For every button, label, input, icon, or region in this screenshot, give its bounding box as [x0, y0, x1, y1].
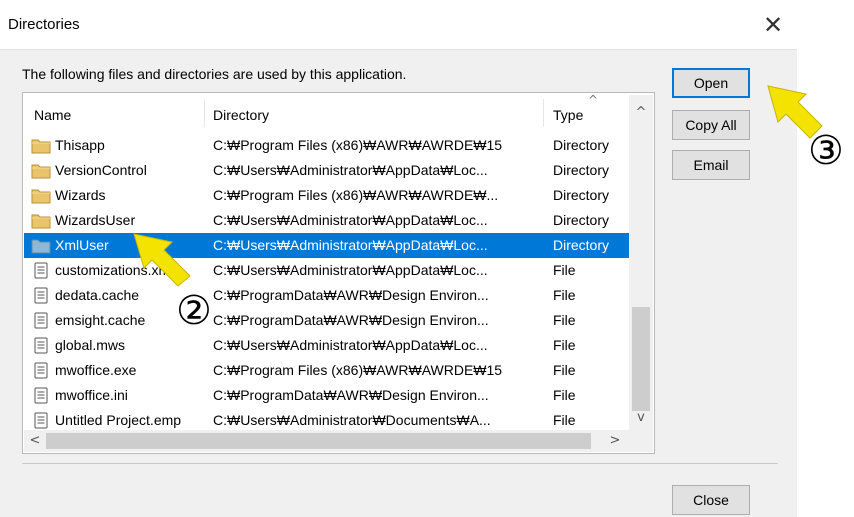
item-name: Untitled Project.emp [55, 412, 182, 428]
item-type: File [553, 387, 576, 403]
step-2-marker: ② [176, 288, 212, 334]
item-type: Directory [553, 137, 610, 153]
scrollbar-corner [629, 430, 653, 452]
email-button[interactable]: Email [672, 150, 750, 180]
item-name: mwoffice.exe [55, 362, 137, 378]
item-type: File [553, 337, 576, 353]
vertical-scroll-thumb[interactable] [632, 307, 650, 411]
list-item[interactable]: Wizards C:₩Program Files (x86)₩AWR₩AWRDE₩… [24, 183, 629, 208]
item-type: Directory [553, 162, 610, 178]
column-header-directory[interactable]: Directory [203, 95, 543, 131]
list-item[interactable]: dedata.cache C:₩ProgramData₩AWR₩Design En… [24, 283, 629, 308]
item-type: File [553, 412, 576, 428]
description-text: The following files and directories are … [22, 66, 407, 82]
list-item[interactable]: mwoffice.ini C:₩ProgramData₩AWR₩Design En… [24, 383, 629, 408]
list-header: Name Directory Type ^ [24, 95, 629, 131]
item-name: global.mws [55, 337, 126, 353]
vertical-scrollbar[interactable]: ^ v [629, 95, 653, 430]
folder-icon [31, 137, 51, 154]
item-directory: C:₩ProgramData₩AWR₩Design Environ... [213, 287, 489, 303]
item-type: Directory [553, 237, 610, 253]
item-directory: C:₩Users₩Administrator₩AppData₩Loc... [213, 162, 488, 178]
item-type: Directory [553, 212, 610, 228]
list-item[interactable]: emsight.cache C:₩ProgramData₩AWR₩Design E… [24, 308, 629, 333]
step-3-marker: ③ [808, 128, 844, 174]
horizontal-scrollbar[interactable]: < > [24, 430, 629, 452]
scroll-left-icon[interactable]: < [24, 430, 46, 452]
item-name: mwoffice.ini [55, 387, 128, 403]
open-button[interactable]: Open [672, 68, 750, 98]
close-button[interactable]: Close [672, 485, 750, 515]
item-directory: C:₩Users₩Administrator₩AppData₩Loc... [213, 212, 488, 228]
item-directory: C:₩Users₩Administrator₩AppData₩Loc... [213, 337, 488, 353]
item-type: File [553, 312, 576, 328]
list-item[interactable]: Untitled Project.emp C:₩Users₩Administrat… [24, 408, 629, 430]
list-item[interactable]: XmlUser C:₩Users₩Administrator₩AppData₩Lo… [24, 233, 629, 258]
title-bar: Directories ✕ [0, 0, 797, 50]
dialog-divider [22, 463, 778, 464]
file-icon [31, 287, 51, 304]
item-directory: C:₩Program Files (x86)₩AWR₩AWRDE₩15 [213, 137, 503, 153]
sort-ascending-icon: ^ [588, 95, 599, 107]
file-list[interactable]: Name Directory Type ^ Thisapp C:₩Program … [24, 95, 629, 430]
list-item[interactable]: mwoffice.exe C:₩Program Files (x86)₩AWR₩A… [24, 358, 629, 383]
item-directory: C:₩Program Files (x86)₩AWR₩AWRDE₩... [213, 187, 499, 203]
list-item[interactable]: VersionControl C:₩Users₩Administrator₩App… [24, 158, 629, 183]
callout-arrow-icon [133, 233, 191, 287]
folder-icon [31, 187, 51, 204]
item-name: Thisapp [55, 137, 105, 153]
item-directory: C:₩Users₩Administrator₩AppData₩Loc... [213, 262, 488, 278]
file-icon [31, 412, 51, 429]
file-icon [31, 262, 51, 279]
file-icon [31, 312, 51, 329]
item-type: File [553, 362, 576, 378]
list-item[interactable]: customizations.xml C:₩Users₩Administrator… [24, 258, 629, 283]
item-name: VersionControl [55, 162, 147, 178]
file-icon [31, 362, 51, 379]
folder-icon [31, 212, 51, 229]
item-type: File [553, 262, 576, 278]
folder-icon [31, 237, 51, 254]
directories-dialog: Directories ✕ The following files and di… [0, 0, 797, 517]
close-window-icon[interactable]: ✕ [754, 8, 792, 42]
file-icon [31, 387, 51, 404]
window-title: Directories [8, 16, 80, 33]
item-directory: C:₩Users₩Administrator₩AppData₩Loc... [213, 237, 488, 253]
item-directory: C:₩ProgramData₩AWR₩Design Environ... [213, 387, 489, 403]
item-name: Wizards [55, 187, 106, 203]
item-type: File [553, 287, 576, 303]
folder-icon [31, 162, 51, 179]
item-directory: C:₩Users₩Administrator₩Documents₩A... [213, 412, 491, 428]
item-directory: C:₩Program Files (x86)₩AWR₩AWRDE₩15 [213, 362, 503, 378]
scroll-right-icon[interactable]: > [604, 430, 626, 452]
scroll-up-icon[interactable]: ^ [629, 95, 653, 131]
list-item[interactable]: global.mws C:₩Users₩Administrator₩AppData… [24, 333, 629, 358]
column-header-type[interactable]: Type [543, 95, 629, 131]
column-header-name[interactable]: Name [24, 95, 204, 131]
horizontal-scroll-thumb[interactable] [46, 433, 591, 449]
scroll-down-icon[interactable]: v [629, 406, 653, 430]
file-icon [31, 337, 51, 354]
copy-all-button[interactable]: Copy All [672, 110, 750, 140]
item-directory: C:₩ProgramData₩AWR₩Design Environ... [213, 312, 489, 328]
list-item[interactable]: Thisapp C:₩Program Files (x86)₩AWR₩AWRDE₩… [24, 133, 629, 158]
item-type: Directory [553, 187, 610, 203]
list-item[interactable]: WizardsUser C:₩Users₩Administrator₩AppDat… [24, 208, 629, 233]
